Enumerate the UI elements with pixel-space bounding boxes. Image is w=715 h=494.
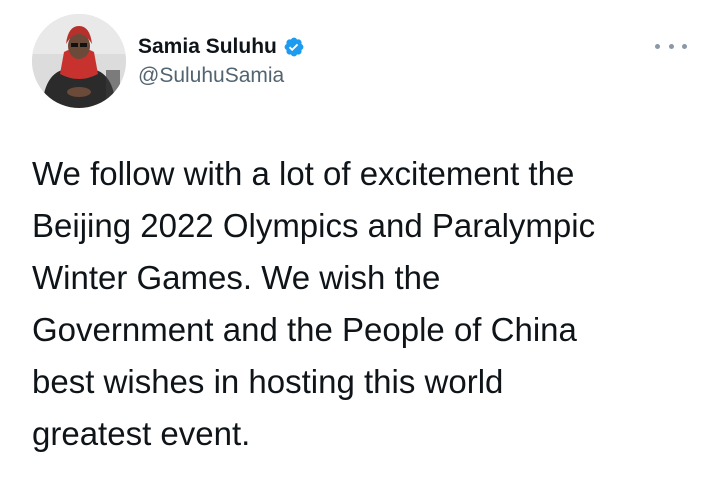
author-display-name[interactable]: Samia Suluhu xyxy=(138,34,277,60)
tweet-text-line: best wishes in hosting this world xyxy=(32,363,504,400)
more-dot xyxy=(668,43,674,49)
tweet-text-line: Government and the People of China xyxy=(32,311,577,348)
more-options-icon[interactable] xyxy=(655,36,687,56)
tweet-text: We follow with a lot of excitement the B… xyxy=(32,148,702,460)
tweet-text-line: greatest event. xyxy=(32,415,251,452)
tweet-text-line: Winter Games. We wish the xyxy=(32,259,441,296)
tweet-card: Samia Suluhu @SuluhuSamia We follow with… xyxy=(0,0,715,494)
more-dot xyxy=(682,43,687,49)
avatar-image xyxy=(32,14,126,108)
more-dot xyxy=(655,43,660,49)
author-name-row[interactable]: Samia Suluhu xyxy=(138,34,305,60)
verified-badge-icon xyxy=(283,36,305,58)
author-handle[interactable]: @SuluhuSamia xyxy=(138,63,284,89)
avatar[interactable] xyxy=(32,14,126,108)
tweet-text-line: We follow with a lot of excitement the xyxy=(32,155,575,192)
tweet-text-line: Beijing 2022 Olympics and Paralympic xyxy=(32,207,596,244)
